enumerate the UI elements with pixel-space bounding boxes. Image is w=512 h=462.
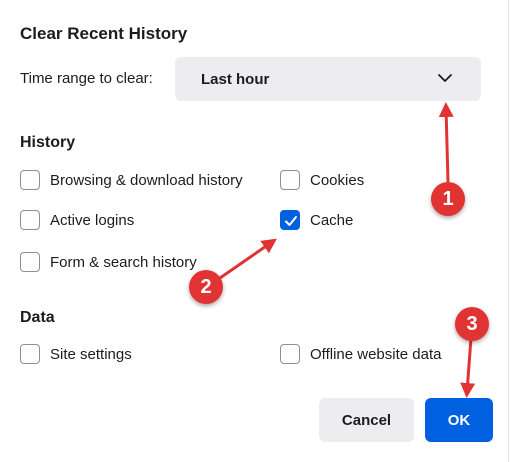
checkbox-box-checked[interactable] <box>280 210 300 230</box>
checkbox-label: Form & search history <box>50 254 197 271</box>
annotation-badge-1: 1 <box>431 182 465 216</box>
chevron-down-icon <box>438 74 452 82</box>
checkbox-label: Cache <box>310 212 354 229</box>
time-range-label: Time range to clear: <box>20 70 153 87</box>
checkbox-box[interactable] <box>280 170 300 190</box>
checkbox-label: Browsing & download history <box>50 172 243 189</box>
checkbox-box[interactable] <box>20 344 40 364</box>
checkmark-icon <box>285 216 297 226</box>
ok-button[interactable]: OK <box>425 398 493 442</box>
checkbox-label: Active logins <box>50 212 135 229</box>
clear-history-dialog: Clear Recent History Time range to clear… <box>0 0 509 462</box>
checkbox-label: Cookies <box>310 172 365 189</box>
checkbox-box[interactable] <box>20 210 40 230</box>
cancel-button[interactable]: Cancel <box>319 398 414 442</box>
checkbox-box[interactable] <box>20 170 40 190</box>
annotation-badge-2: 2 <box>189 270 223 304</box>
dialog-title: Clear Recent History <box>20 24 188 43</box>
checkbox-label: Site settings <box>50 346 132 363</box>
checkbox-box[interactable] <box>280 344 300 364</box>
time-range-select[interactable]: Last hour <box>175 57 481 101</box>
time-range-value: Last hour <box>201 71 270 88</box>
data-heading: Data <box>20 309 55 326</box>
checkbox-box[interactable] <box>20 252 40 272</box>
annotation-badge-3: 3 <box>455 307 489 341</box>
history-heading: History <box>20 134 76 151</box>
checkbox-label: Offline website data <box>310 346 442 363</box>
